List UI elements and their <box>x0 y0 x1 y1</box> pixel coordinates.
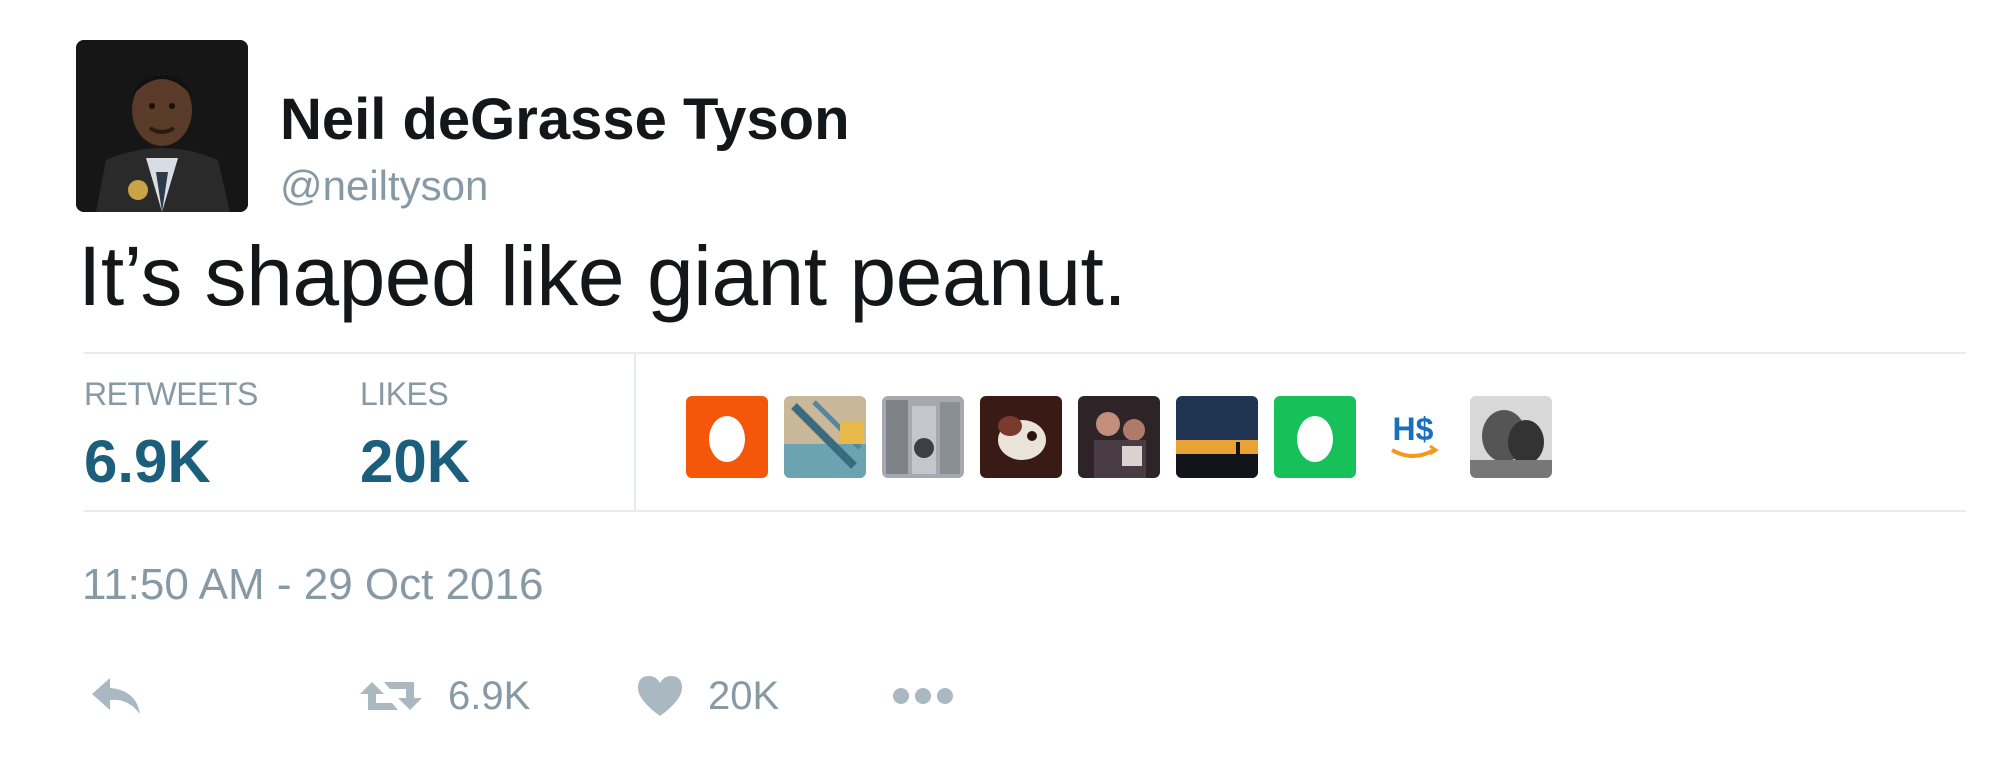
divider <box>84 352 1966 354</box>
liker-avatar[interactable] <box>784 396 866 478</box>
liker-avatar[interactable] <box>1274 396 1356 478</box>
egg-avatar-icon <box>686 396 768 478</box>
liker-avatar[interactable] <box>686 396 768 478</box>
avatar-photo <box>76 40 248 212</box>
like-count: 20K <box>708 673 780 718</box>
likes-label: LIKES <box>360 376 449 412</box>
liker-photo <box>882 396 964 478</box>
liker-photo <box>1470 396 1552 478</box>
heart-icon <box>638 676 682 716</box>
tweet-timestamp[interactable]: 11:50 AM - 29 Oct 2016 <box>82 560 543 610</box>
liker-photo <box>784 396 866 478</box>
more-button[interactable] <box>892 666 954 726</box>
more-dots-icon <box>893 688 953 704</box>
author-display-name[interactable]: Neil deGrasse Tyson <box>280 86 850 153</box>
retweets-label: RETWEETS <box>84 376 258 412</box>
liker-avatar[interactable] <box>1078 396 1160 478</box>
stats-divider <box>634 354 636 510</box>
author-handle[interactable]: @neiltyson <box>280 162 488 210</box>
reply-icon <box>92 678 140 714</box>
liker-avatar[interactable] <box>882 396 964 478</box>
liker-avatar[interactable] <box>1176 396 1258 478</box>
liker-avatar[interactable] <box>980 396 1062 478</box>
likes-stat[interactable]: LIKES 20K <box>360 376 470 496</box>
author-avatar[interactable] <box>76 40 248 212</box>
tweet-actions: 6.9K 20K <box>0 666 2000 726</box>
liker-photo <box>1176 396 1258 478</box>
liker-avatar[interactable] <box>1470 396 1552 478</box>
reply-button[interactable] <box>88 666 144 726</box>
likers-avatars: H$ <box>686 396 1552 478</box>
retweet-button[interactable]: 6.9K <box>358 666 530 726</box>
likes-value: 20K <box>360 428 471 495</box>
hs-logo-icon: H$ <box>1372 396 1454 478</box>
retweets-value: 6.9K <box>84 428 211 495</box>
liker-photo <box>1078 396 1160 478</box>
retweets-stat[interactable]: RETWEETS 6.9K <box>84 376 258 496</box>
like-button[interactable]: 20K <box>636 666 779 726</box>
liker-avatar[interactable]: H$ <box>1372 396 1454 478</box>
tweet-text: It’s shaped like giant peanut. <box>78 229 1127 323</box>
svg-text:H$: H$ <box>1393 411 1434 447</box>
divider <box>84 510 1966 512</box>
retweet-icon <box>360 682 422 710</box>
retweet-count: 6.9K <box>448 673 531 718</box>
egg-avatar-icon <box>1274 396 1356 478</box>
liker-photo <box>980 396 1062 478</box>
